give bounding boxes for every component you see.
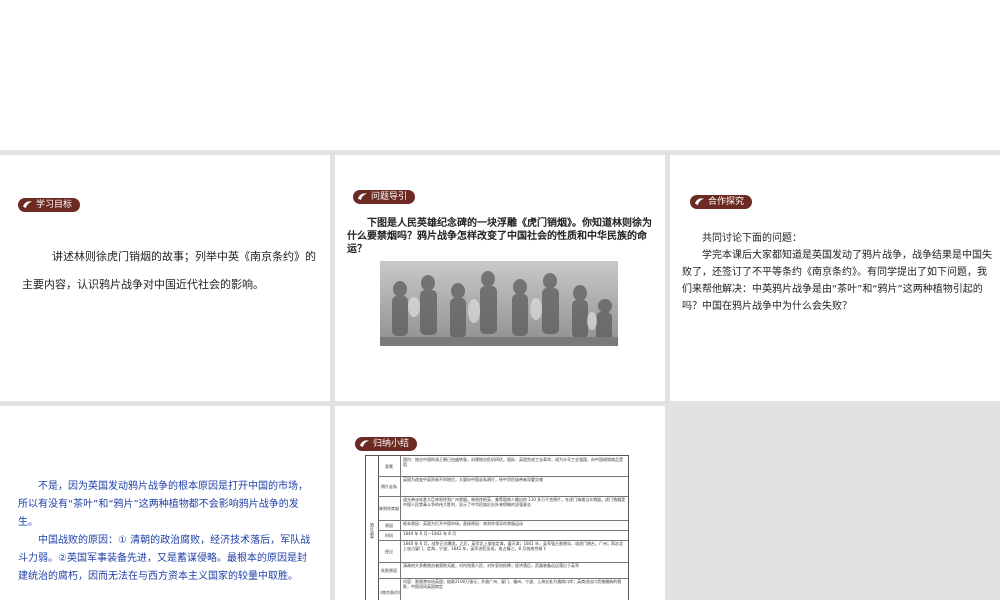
row-label: 时间: [378, 530, 401, 540]
slide-learning-goals[interactable]: 学习目标 讲述林则徐虎门销烟的故事；列举中英《南京条约》的主要内容，认识鸦片战争…: [0, 155, 330, 401]
table-row: 林则徐禁烟 道光帝派钦差大臣林则徐到广州禁烟。林则徐把英、美等国商人缴出的 11…: [378, 496, 628, 521]
learning-goals-text: 讲述林则徐虎门销烟的故事；列举中英《南京条约》的主要内容，认识鸦片战争对中国近代…: [22, 250, 316, 291]
row-text: 道光帝派钦差大臣林则徐到广州禁烟。林则徐把英、美等国商人缴出的 110 多万千克…: [403, 497, 626, 507]
row-text: 内容：割香港岛给英国；赔款2100万银元；开放广州、厦门、福州、宁波、上海五处为…: [403, 579, 622, 589]
slide-question-guide[interactable]: 问题导引 下图是人民英雄纪念碑的一块浮雕《虎门销烟》。你知道林则徐为什么要禁烟吗…: [335, 155, 665, 401]
swoosh-icon: [357, 193, 368, 201]
table-row: 经过 1840 年 6 月，战争正式爆发。之后，英军北上攻陷定海，逼天津；184…: [378, 540, 628, 563]
swoosh-icon: [359, 440, 370, 448]
row-label: 失败原因: [378, 562, 401, 578]
section-badge: 归纳小结: [355, 437, 418, 451]
row-label: 经过: [378, 540, 401, 562]
answer-paragraph-1: 不是，因为英国发动鸦片战争的根本原因是打开中国的市场，所以有没有“茶叶”和“鸦片…: [18, 481, 308, 528]
row-label: 《南京条约》: [378, 578, 402, 600]
answer-paragraph-2: 中国战败的原因：① 清朝的政治腐败，经济技术落后，军队战斗力弱。②英国军事装备先…: [18, 535, 311, 582]
inquiry-text: 共同讨论下面的问题： 学完本课后大家都知道是英国发动了鸦片战争，战争结果是中国失…: [682, 230, 992, 315]
row-label: 鸦片走私: [378, 476, 401, 496]
row-text: 1840 年 6 月，战争正式爆发。之后，英军北上攻陷定海，逼天津；1841 年…: [403, 541, 623, 551]
row-text: 根本原因：英国为打开中国市场。直接原因：林则徐领导的禁烟运动: [403, 521, 523, 526]
badge-label: 学习目标: [36, 200, 73, 210]
answer-text: 不是，因为英国发动鸦片战争的根本原因是打开中国的市场，所以有没有“茶叶”和“鸦片…: [18, 478, 316, 586]
badge-label: 归纳小结: [373, 439, 410, 449]
summary-table: 鸦片战争 背景 国内：统治中国的清王朝已由盛转衰，封建统治危机四伏。国际：英国完…: [365, 455, 629, 600]
swoosh-icon: [22, 201, 33, 209]
table-row: 《南京条约》 内容：割香港岛给英国；赔款2100万银元；开放广州、厦门、福州、宁…: [378, 578, 628, 600]
table-row: 失败原因 清政府大多数统治者腐败无能，对内残害人民，对外妥协投降；经济落后，武器…: [378, 562, 628, 579]
row-text: 英国为改变中英贸易不利地位，大量向中国走私鸦片，给中华民族带来深重灾难: [403, 477, 543, 482]
row-text: 清政府大多数统治者腐败无能，对内残害人民，对外妥协投降；经济落后，武器装备远远落…: [403, 563, 579, 568]
swoosh-icon: [694, 198, 705, 206]
top-blank-area: [0, 0, 1000, 150]
empty-slot: [670, 406, 1000, 600]
slide-summary[interactable]: 归纳小结 鸦片战争 背景 国内：统治中国的清王朝已由盛转衰，封建统治危机四伏。国…: [335, 406, 665, 600]
slide-answer[interactable]: 不是，因为英国发动鸦片战争的根本原因是打开中国的市场，所以有没有“茶叶”和“鸦片…: [0, 406, 330, 600]
question-text: 下图是人民英雄纪念碑的一块浮雕《虎门销烟》。你知道林则徐为什么要禁烟吗？鸦片战争…: [347, 218, 652, 255]
section-badge: 问题导引: [353, 190, 416, 204]
row-text: 1840 年 6 月—1842 年 8 月: [403, 531, 457, 536]
table-row: 背景 国内：统治中国的清王朝已由盛转衰，封建统治危机四伏。国际：英国完成工业革命…: [378, 456, 628, 477]
section-badge: 学习目标: [18, 198, 81, 212]
section-badge: 合作探究: [690, 195, 753, 209]
row-label: 林则徐禁烟: [378, 496, 401, 520]
row-text: 国内：统治中国的清王朝已由盛转衰，封建统治危机四伏。国际：英国完成工业革命，成为…: [403, 457, 623, 467]
badge-label: 合作探究: [708, 197, 745, 207]
inquiry-line-2: 学完本课后大家都知道是英国发动了鸦片战争，战争结果是中国失败了，还签订了不平等条…: [682, 250, 992, 312]
slide-cooperative-inquiry[interactable]: 合作探究 共同讨论下面的问题： 学完本课后大家都知道是英国发动了鸦片战争，战争结…: [670, 155, 1000, 401]
row-label: 原因: [378, 520, 401, 530]
table-row: 鸦片走私 英国为改变中英贸易不利地位，大量向中国走私鸦片，给中华民族带来深重灾难: [378, 476, 628, 497]
row-label: 背景: [378, 456, 401, 476]
relief-sculpture-image: [380, 261, 618, 346]
inquiry-line-1: 共同讨论下面的问题：: [702, 233, 802, 244]
badge-label: 问题导引: [371, 192, 408, 202]
